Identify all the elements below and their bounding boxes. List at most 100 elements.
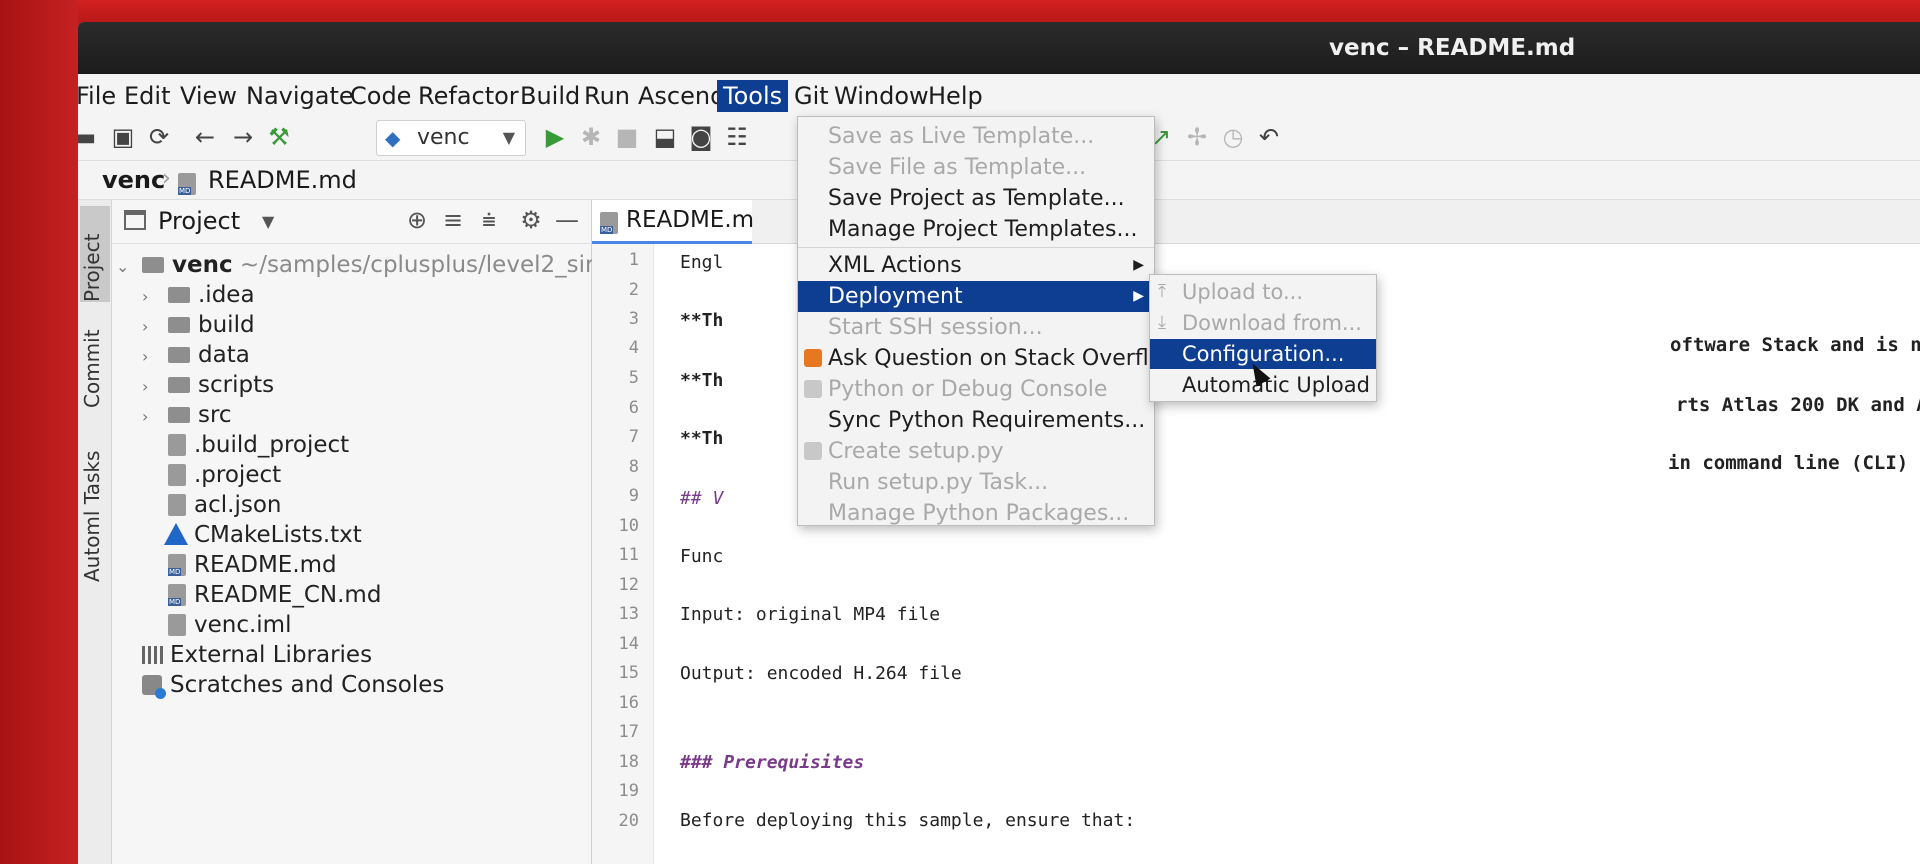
menu-bar: File Edit View Navigate Code Refactor Bu… bbox=[78, 74, 1920, 114]
left-tool-strip: Project Commit Automl Tasks bbox=[78, 200, 112, 864]
forward-icon[interactable]: → bbox=[228, 122, 258, 152]
menu-navigate[interactable]: Navigate bbox=[240, 80, 360, 112]
code-line[interactable]: ### Prerequisites bbox=[680, 752, 864, 773]
build-hammer-icon[interactable]: ⚒ bbox=[264, 122, 294, 152]
menu-item-label: Deployment bbox=[828, 284, 963, 309]
tree-item-idea[interactable]: › .idea bbox=[142, 280, 255, 310]
debug-icon[interactable]: ✱ bbox=[576, 122, 606, 152]
editor-tab-readme[interactable]: README.m bbox=[592, 200, 754, 244]
collapse-all-icon[interactable]: ⩧ bbox=[474, 206, 504, 236]
menu-run[interactable]: Run bbox=[578, 80, 636, 112]
menu-item-save-project-template[interactable]: Save Project as Template... bbox=[798, 183, 1154, 214]
menu-edit[interactable]: Edit bbox=[118, 80, 176, 112]
menu-tools[interactable]: Tools bbox=[717, 80, 789, 112]
menu-item-python-console[interactable]: Python or Debug Console bbox=[798, 374, 1154, 405]
tree-item-scripts[interactable]: › scripts bbox=[142, 370, 274, 400]
chevron-down-icon: ▼ bbox=[502, 128, 515, 147]
stop-icon[interactable]: ■ bbox=[612, 122, 642, 152]
chevron-down-icon[interactable]: ▼ bbox=[262, 212, 274, 231]
line-number: 2 bbox=[628, 280, 639, 300]
submenu-item-download-from[interactable]: ⤓ Download from... bbox=[1150, 308, 1376, 338]
menu-item-run-setup-py-task[interactable]: Run setup.py Task... bbox=[798, 467, 1154, 498]
camera-icon[interactable]: ◙ bbox=[686, 122, 716, 152]
code-line[interactable]: ## V bbox=[680, 488, 723, 509]
menu-file[interactable]: File bbox=[78, 80, 122, 112]
code-line[interactable]: oftware Stack and is not for bbox=[1670, 334, 1920, 356]
line-number: 13 bbox=[618, 604, 639, 624]
menu-code[interactable]: Code bbox=[344, 80, 417, 112]
tree-item-cmakelists[interactable]: CMakeLists.txt bbox=[164, 520, 362, 550]
menu-item-deployment[interactable]: Deployment ▶ bbox=[798, 281, 1154, 312]
tree-item-venc-iml[interactable]: venc.iml bbox=[168, 610, 291, 640]
code-line[interactable]: Output: encoded H.264 file bbox=[680, 663, 962, 684]
tree-item-label: External Libraries bbox=[170, 642, 373, 668]
vcs-merge-icon[interactable]: ✢ bbox=[1182, 122, 1212, 152]
hide-icon[interactable]: — bbox=[552, 206, 582, 236]
locate-icon[interactable]: ⊕ bbox=[402, 206, 432, 236]
expand-all-icon[interactable]: ≡ bbox=[438, 206, 468, 236]
menu-item-manage-python-packages[interactable]: Manage Python Packages... bbox=[798, 498, 1154, 529]
menu-item-save-file-template[interactable]: Save File as Template... bbox=[798, 152, 1154, 183]
code-line[interactable]: **Th bbox=[680, 310, 723, 331]
side-tab-commit-label: Commit bbox=[80, 329, 104, 408]
menu-item-sync-python-requirements[interactable]: Sync Python Requirements... bbox=[798, 405, 1154, 436]
breadcrumb-file[interactable]: README.md bbox=[208, 166, 357, 194]
gear-icon[interactable]: ⚙ bbox=[516, 206, 546, 236]
submenu-item-configuration[interactable]: Configuration... bbox=[1150, 339, 1376, 369]
tree-item-data[interactable]: › data bbox=[142, 340, 250, 370]
code-line[interactable]: Before deploying this sample, ensure tha… bbox=[680, 810, 1135, 831]
menu-item-save-live-template[interactable]: Save as Live Template... bbox=[798, 121, 1154, 152]
tree-item-scratches[interactable]: Scratches and Consoles bbox=[142, 670, 444, 700]
code-line[interactable]: Engl bbox=[680, 252, 723, 273]
open-folder-icon[interactable]: ▬ bbox=[78, 122, 100, 152]
tree-item-label: CMakeLists.txt bbox=[194, 522, 362, 548]
tree-item-project-file[interactable]: .project bbox=[168, 460, 281, 490]
code-line[interactable]: Func bbox=[680, 546, 723, 567]
code-line[interactable]: **Th bbox=[680, 428, 723, 449]
menu-item-label: XML Actions bbox=[828, 253, 962, 278]
tree-item-external-libraries[interactable]: External Libraries bbox=[142, 640, 372, 670]
side-tab-automl[interactable]: Automl Tasks bbox=[80, 436, 110, 582]
tree-item-src[interactable]: › src bbox=[142, 400, 232, 430]
tree-item-readme-cn[interactable]: README_CN.md bbox=[168, 580, 381, 610]
menu-item-xml-actions[interactable]: XML Actions ▶ bbox=[798, 250, 1154, 281]
checklist-icon[interactable]: ☷ bbox=[722, 122, 752, 152]
menu-build[interactable]: Build bbox=[514, 80, 586, 112]
revert-icon[interactable]: ↶ bbox=[1254, 122, 1284, 152]
menu-refactor[interactable]: Refactor bbox=[412, 80, 525, 112]
menu-item-create-setup-py[interactable]: Create setup.py bbox=[798, 436, 1154, 467]
tree-item-build-project[interactable]: .build_project bbox=[168, 430, 349, 460]
menu-item-start-ssh[interactable]: Start SSH session... bbox=[798, 312, 1154, 343]
breadcrumb-project[interactable]: venc bbox=[102, 166, 165, 194]
menu-view[interactable]: View bbox=[174, 80, 243, 112]
upload-icon[interactable]: ⬓ bbox=[650, 122, 680, 152]
tree-item-readme[interactable]: README.md bbox=[168, 550, 337, 580]
code-line[interactable]: Input: original MP4 file bbox=[680, 604, 940, 625]
code-line[interactable]: in command line (CLI) mode. bbox=[1668, 452, 1920, 474]
line-number: 11 bbox=[618, 545, 639, 565]
menu-help[interactable]: Help bbox=[922, 80, 989, 112]
code-line[interactable]: rts Atlas 200 DK and Atlas 3 bbox=[1676, 394, 1920, 416]
tools-menu-dropdown: Save as Live Template... Save File as Te… bbox=[797, 116, 1180, 529]
back-icon[interactable]: ← bbox=[190, 122, 220, 152]
submenu-item-label: Configuration... bbox=[1182, 342, 1345, 366]
project-panel-title[interactable]: Project bbox=[158, 207, 240, 235]
menu-item-label: Run setup.py Task... bbox=[828, 470, 1049, 495]
tree-item-acl-json[interactable]: acl.json bbox=[168, 490, 281, 520]
sync-icon[interactable]: ⟳ bbox=[144, 122, 174, 152]
save-icon[interactable]: ▣ bbox=[108, 122, 138, 152]
folder-icon bbox=[168, 347, 190, 363]
submenu-item-upload-to[interactable]: ⤒ Upload to... bbox=[1150, 277, 1376, 307]
menu-window[interactable]: Window bbox=[828, 80, 935, 112]
side-tab-commit[interactable]: Commit bbox=[80, 318, 110, 408]
menu-item-manage-project-templates[interactable]: Manage Project Templates... bbox=[798, 214, 1154, 245]
history-icon[interactable]: ◷ bbox=[1218, 122, 1248, 152]
run-config-selector[interactable]: ◆ venc ▼ bbox=[376, 120, 526, 156]
run-icon[interactable]: ▶ bbox=[540, 122, 570, 152]
markdown-file-icon bbox=[168, 554, 186, 576]
menu-item-stack-overflow[interactable]: Ask Question on Stack Overflow bbox=[798, 343, 1180, 374]
submenu-item-label: Automatic Upload bbox=[1182, 373, 1370, 397]
side-tab-project[interactable]: Project bbox=[80, 206, 110, 302]
tree-item-build[interactable]: › build bbox=[142, 310, 255, 340]
code-line[interactable]: **Th bbox=[680, 370, 723, 391]
